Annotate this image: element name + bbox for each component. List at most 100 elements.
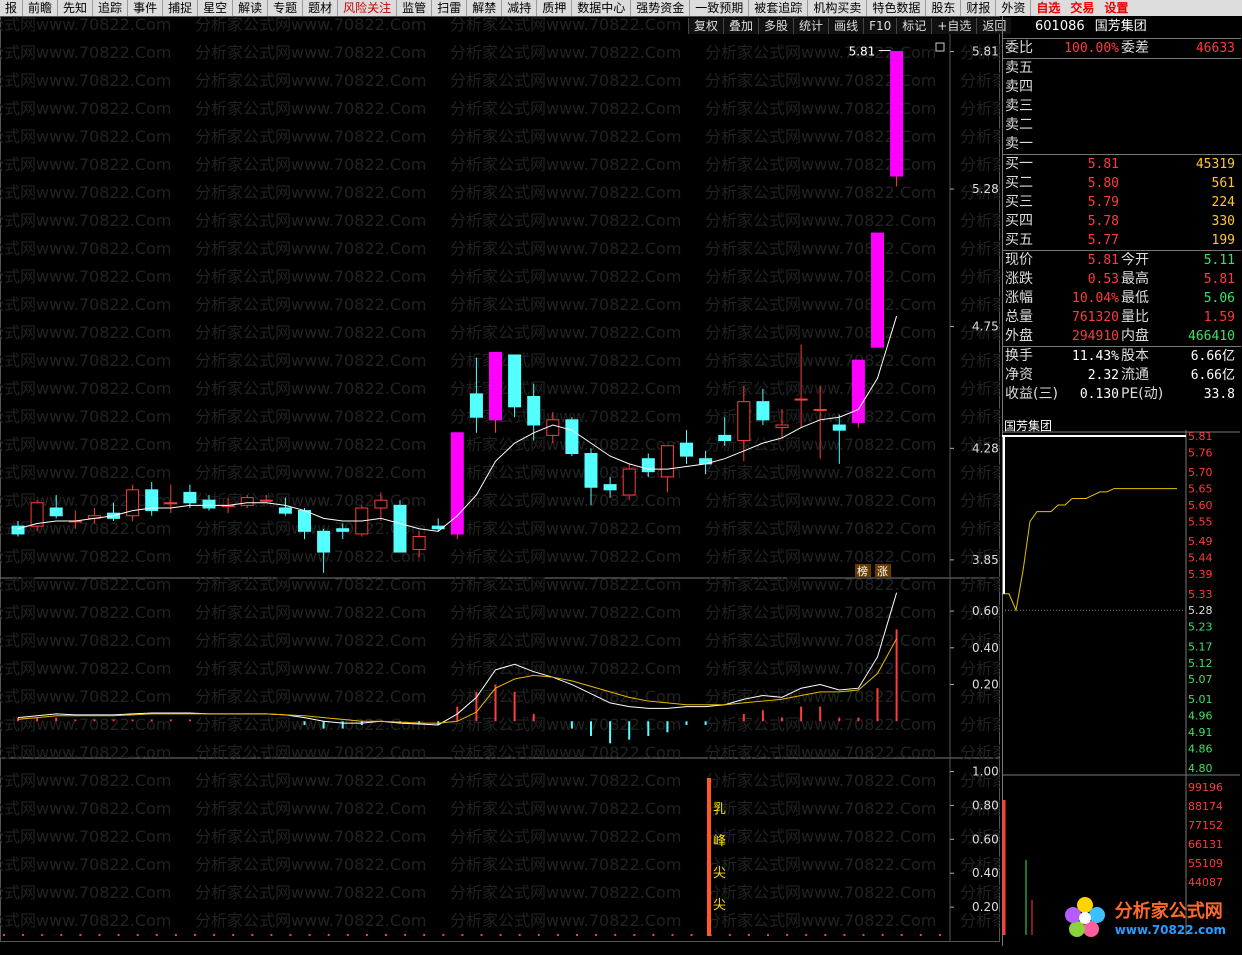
- price-tick-label: 5.28: [972, 182, 999, 196]
- quote-row-4-v1: 294910: [1072, 329, 1119, 344]
- toolbar-button-7[interactable]: +自选: [931, 18, 977, 34]
- intraday-price-tick: 4.86: [1188, 742, 1213, 755]
- bg-watermark-text: 分析家公式网www.70822.Com: [0, 211, 171, 230]
- weicha-value: 46633: [1195, 41, 1235, 56]
- kline-chart-area[interactable]: 分析家公式网www.70822.Com 分析家公式网www.70822.Com 分析…: [0, 16, 1000, 946]
- menu-item-19[interactable]: 被套追踪: [749, 0, 809, 16]
- bg-watermark-text: 分析家公式网www.70822.Com: [450, 491, 681, 510]
- menu-item-3[interactable]: 追踪: [93, 0, 129, 16]
- ind-dot: [824, 934, 827, 936]
- menu-item-20[interactable]: 机构买卖: [808, 0, 868, 16]
- menu-item-18[interactable]: 一致预期: [690, 0, 750, 16]
- candle-body: [622, 468, 636, 496]
- signal-text-1: 峰: [713, 834, 726, 849]
- toolbar-button-3[interactable]: 统计: [793, 18, 829, 34]
- menu-item-7[interactable]: 解读: [233, 0, 269, 16]
- quote-row-3-lab: 总量: [1005, 309, 1033, 325]
- toolbar-button-1[interactable]: 叠加: [723, 18, 759, 34]
- menu-item-14[interactable]: 减持: [502, 0, 538, 16]
- fund-row-1-v1: 2.32: [1087, 368, 1119, 383]
- candle-body: [489, 351, 502, 421]
- candle-body: [775, 424, 789, 429]
- bg-watermark-text: 分析家公式网www.70822.Com: [960, 295, 1000, 314]
- quote-row-3-lab2: 量比: [1121, 309, 1149, 325]
- intraday-vol-tick: 55109: [1188, 857, 1223, 870]
- kline-svg[interactable]: 分析家公式网www.70822.Com 分析家公式网www.70822.Com 分析…: [0, 16, 1000, 946]
- menu-item-9[interactable]: 题材: [303, 0, 339, 16]
- candle-body: [412, 536, 426, 550]
- toolbar-button-0[interactable]: 复权: [688, 18, 724, 34]
- bg-watermark-text: 分析家公式网www.70822.Com: [0, 687, 171, 706]
- bg-watermark-text: 分析家公式网www.70822.Com: [195, 715, 426, 734]
- bid-row-4: 买五 5.77 199: [1003, 231, 1241, 250]
- bg-watermark-text: 分析家公式网www.70822.Com: [0, 435, 171, 454]
- menu-item-23[interactable]: 财报: [961, 0, 997, 16]
- bg-watermark-text: 分析家公式网www.70822.Com: [960, 659, 1000, 678]
- bg-watermark-text: 分析家公式网www.70822.Com: [705, 911, 936, 930]
- toolbar-button-6[interactable]: 标记: [896, 18, 932, 34]
- menu-item-27[interactable]: 设置: [1099, 0, 1133, 16]
- menu-item-11[interactable]: 监管: [397, 0, 433, 16]
- menu-item-2[interactable]: 先知: [58, 0, 94, 16]
- intraday-price-tick: 5.39: [1188, 568, 1213, 581]
- bg-watermark-text: 分析家公式网www.70822.Com: [195, 575, 426, 594]
- menu-item-13[interactable]: 解禁: [467, 0, 503, 16]
- candle-body: [660, 445, 674, 478]
- top-menu-bar: 报前瞻 先知 追踪 事件 捕捉 星空 解读 专题 题材 风险关注 监管 扫雷 解禁 减持 质押 数据中心 强势资…: [0, 0, 1242, 16]
- menu-item-10[interactable]: 风险关注: [338, 0, 398, 16]
- candle-body: [718, 434, 732, 442]
- bg-watermark-text: 分析家公式网www.70822.Com: [960, 239, 1000, 258]
- quote-row-1-v1: 0.53: [1087, 272, 1119, 287]
- bg-watermark-text: 分析家公式网www.70822.Com: [0, 771, 171, 790]
- chart-toolbar: 复权 叠加 多股 统计 画线 F10 标记 +自选 返回: [688, 18, 1012, 34]
- menu-item-24[interactable]: 外资: [996, 0, 1032, 16]
- menu-item-1[interactable]: 前瞻: [23, 0, 59, 16]
- menu-item-22[interactable]: 股东: [926, 0, 962, 16]
- menu-item-0[interactable]: 报: [0, 0, 24, 16]
- bg-watermark-text: 分析家公式网www.70822.Com: [450, 267, 681, 286]
- bg-watermark-text: 分析家公式网www.70822.Com: [450, 547, 681, 566]
- bg-watermark-text: 分析家公式网www.70822.Com: [195, 323, 426, 342]
- menu-item-5[interactable]: 捕捉: [163, 0, 199, 16]
- bg-watermark-text: 分析家公式网www.70822.Com: [195, 155, 426, 174]
- quote-row-4-v2: 466410: [1188, 329, 1235, 344]
- bg-watermark-text: 分析家公式网www.70822.Com: [450, 323, 681, 342]
- bg-watermark-text: 分析家公式网www.70822.Com: [960, 715, 1000, 734]
- bg-watermark-text: 分析家公式网www.70822.Com: [0, 883, 171, 902]
- menu-item-6[interactable]: 星空: [198, 0, 234, 16]
- toolbar-button-4[interactable]: 画线: [828, 18, 864, 34]
- bg-watermark-text: 分析家公式网www.70822.Com: [0, 827, 171, 846]
- bid-row-0-lab: 买一: [1005, 156, 1033, 172]
- menu-item-12[interactable]: 扫雷: [432, 0, 468, 16]
- toolbar-button-5[interactable]: F10: [863, 18, 897, 34]
- intraday-avg-line: [1002, 488, 1177, 612]
- candle-body: [374, 499, 388, 509]
- ind-dot: [365, 934, 368, 936]
- bg-watermark-text: 分析家公式网www.70822.Com: [450, 883, 681, 902]
- intraday-vol-tick: 66131: [1188, 838, 1223, 851]
- menu-item-8[interactable]: 专题: [268, 0, 304, 16]
- bg-watermark-text: 分析家公式网www.70822.Com: [195, 407, 426, 426]
- menu-item-15[interactable]: 质押: [537, 0, 573, 16]
- bg-watermark-text: 分析家公式网www.70822.Com: [705, 827, 936, 846]
- toolbar-button-2[interactable]: 多股: [758, 18, 794, 34]
- bg-watermark-text: 分析家公式网www.70822.Com: [705, 379, 936, 398]
- weicha-label: 委差: [1121, 40, 1149, 56]
- quote-row-2-v1: 10.04%: [1072, 291, 1119, 306]
- symbol-code: 601086: [1035, 19, 1085, 34]
- menu-item-17[interactable]: 强势资金: [631, 0, 691, 16]
- fund-row-2: 收益(三) 0.130 PE(动) 33.8: [1003, 385, 1241, 404]
- ind-tick-label: 0.60: [972, 832, 999, 846]
- menu-item-4[interactable]: 事件: [128, 0, 164, 16]
- bg-watermark-text: 分析家公式网www.70822.Com: [0, 127, 171, 146]
- menu-item-21[interactable]: 特色数据: [867, 0, 927, 16]
- candle-body: [871, 232, 884, 348]
- bg-watermark-text: 分析家公式网www.70822.Com: [960, 99, 1000, 118]
- macd-tick-label: 0.40: [972, 641, 999, 655]
- menu-item-25[interactable]: 自选: [1031, 0, 1065, 16]
- bg-watermark-text: 分析家公式网www.70822.Com: [0, 183, 171, 202]
- menu-item-26[interactable]: 交易: [1065, 0, 1099, 16]
- bg-watermark-text: 分析家公式网www.70822.Com: [0, 603, 171, 622]
- menu-item-16[interactable]: 数据中心: [572, 0, 632, 16]
- bg-watermark-text: 分析家公式网www.70822.Com: [705, 547, 936, 566]
